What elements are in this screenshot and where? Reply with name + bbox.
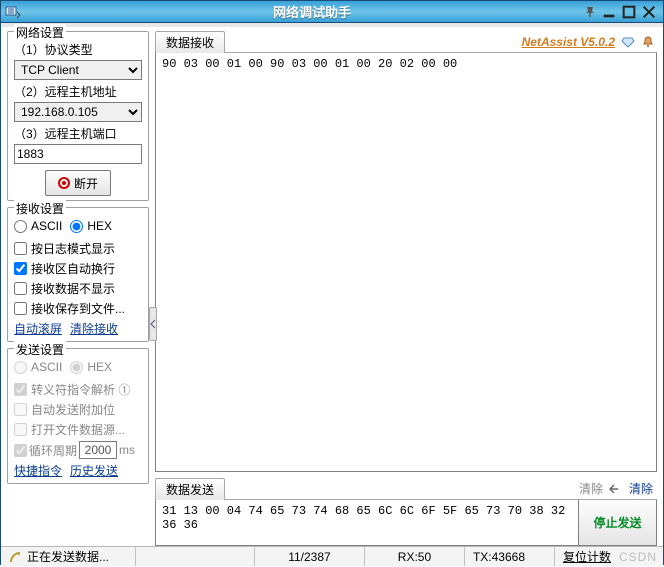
host-select[interactable]: 192.168.0.105	[14, 102, 142, 122]
status-tx: TX:43668	[473, 550, 525, 564]
history-send-link[interactable]: 历史发送	[70, 462, 118, 479]
network-settings-legend: 网络设置	[14, 24, 66, 41]
send-button[interactable]: 停止发送	[579, 500, 657, 546]
receive-settings-group: 接收设置 ASCII HEX 按日志模式显示 接收区自动换行 接收数据不显示 接…	[7, 207, 149, 342]
auto-append-checkbox	[14, 403, 27, 416]
hide-recv-checkbox[interactable]	[14, 282, 27, 295]
undo-icon[interactable]	[609, 482, 623, 496]
pin-icon[interactable]	[583, 5, 597, 19]
minimize-button[interactable]	[601, 5, 617, 19]
gem-icon[interactable]	[621, 35, 635, 49]
send-textarea[interactable]: 31 13 00 04 74 65 73 74 68 65 6C 6C 6F 5…	[155, 500, 579, 546]
status-counter: 11/2387	[288, 550, 331, 564]
cycle-input	[79, 441, 117, 459]
window-title: 网络调试助手	[41, 2, 583, 21]
escape-parse-checkbox	[14, 383, 27, 396]
send-settings-legend: 发送设置	[14, 341, 66, 358]
status-message: 正在发送数据...	[27, 548, 109, 565]
title-bar: 网络调试助手	[1, 1, 663, 23]
cycle-checkbox	[14, 444, 27, 457]
clear-disabled-label: 清除	[579, 480, 603, 497]
receive-settings-legend: 接收设置	[14, 200, 66, 217]
recv-ascii-radio[interactable]	[14, 220, 27, 233]
disconnect-button[interactable]: 断开	[45, 170, 111, 196]
log-mode-checkbox[interactable]	[14, 242, 27, 255]
recv-tabbar: 数据接收 NetAssist V5.0.2	[155, 31, 657, 53]
cycle-unit: ms	[119, 443, 135, 457]
send-ascii-radio	[14, 361, 27, 374]
bell-icon[interactable]	[641, 35, 655, 49]
send-settings-group: 发送设置 ASCII HEX 转义符指令解析 ① 自动发送附加位 打开文件数据源…	[7, 348, 149, 484]
maximize-button[interactable]	[621, 5, 637, 19]
protocol-label: （1）协议类型	[14, 41, 142, 58]
recv-hex-radio[interactable]	[70, 220, 83, 233]
close-button[interactable]	[641, 5, 657, 19]
open-file-src-checkbox	[14, 423, 27, 436]
save-file-checkbox[interactable]	[14, 302, 27, 315]
network-settings-group: 网络设置 （1）协议类型 TCP Client （2）远程主机地址 192.16…	[7, 31, 149, 201]
send-status-icon	[9, 550, 23, 564]
status-bar: 正在发送数据... 11/2387 RX:50 TX:43668 复位计数 CS…	[1, 546, 663, 566]
auto-scroll-link[interactable]: 自动滚屏	[14, 320, 62, 337]
clear-recv-link[interactable]: 清除接收	[70, 320, 118, 337]
menu-icon[interactable]	[5, 5, 21, 19]
version-link[interactable]: NetAssist V5.0.2	[522, 35, 615, 49]
status-rx: RX:50	[398, 550, 431, 564]
host-label: （2）远程主机地址	[14, 83, 142, 100]
clear-send-link[interactable]: 清除	[629, 480, 653, 497]
port-input[interactable]	[14, 144, 142, 164]
tab-data-receive[interactable]: 数据接收	[155, 31, 225, 53]
right-panel: 数据接收 NetAssist V5.0.2 90 03 00 01 00 90 …	[153, 27, 663, 546]
tab-data-send[interactable]: 数据发送	[155, 478, 225, 500]
port-label: （3）远程主机端口	[14, 125, 142, 142]
quick-cmd-link[interactable]: 快捷指令	[14, 462, 62, 479]
reset-counter-link[interactable]: 复位计数	[563, 548, 611, 565]
send-tabbar: 数据发送 清除 清除	[155, 478, 657, 500]
watermark: CSDN	[619, 550, 663, 564]
left-panel: 网络设置 （1）协议类型 TCP Client （2）远程主机地址 192.16…	[1, 27, 153, 546]
send-hex-radio	[70, 361, 83, 374]
protocol-select[interactable]: TCP Client	[14, 60, 142, 80]
auto-wrap-checkbox[interactable]	[14, 262, 27, 275]
disconnect-label: 断开	[74, 175, 98, 192]
receive-textarea[interactable]: 90 03 00 01 00 90 03 00 01 00 20 02 00 0…	[155, 53, 657, 472]
expand-handle[interactable]	[149, 307, 157, 341]
cycle-label: 循环周期	[29, 442, 77, 459]
record-icon	[58, 177, 70, 189]
